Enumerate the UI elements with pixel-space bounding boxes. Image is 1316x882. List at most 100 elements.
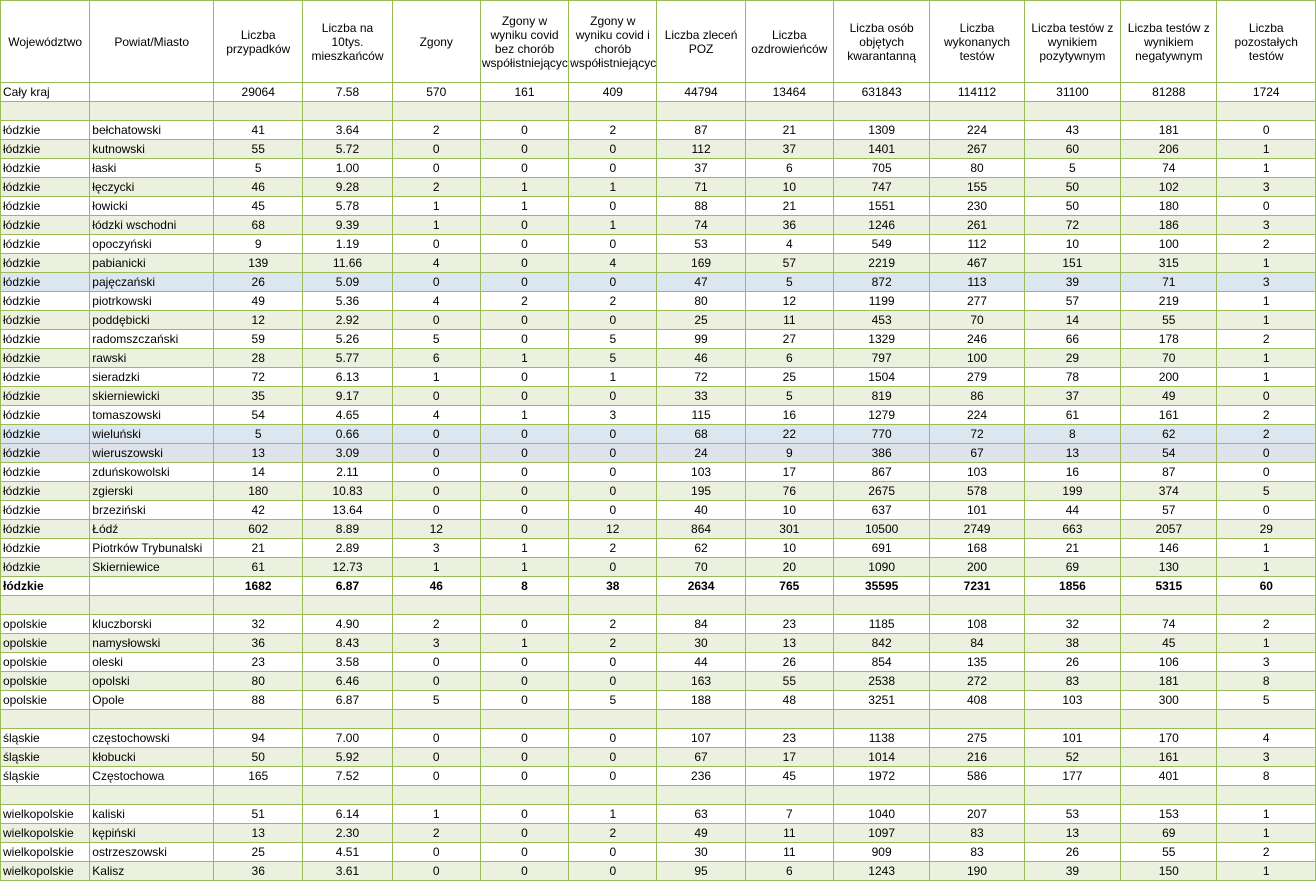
table-cell[interactable]: 637 — [832, 500, 931, 520]
table-cell[interactable]: 55 — [744, 671, 834, 691]
table-cell[interactable]: 72 — [656, 367, 746, 387]
table-cell[interactable]: częstochowski — [89, 728, 215, 748]
table-cell[interactable] — [302, 101, 393, 121]
table-cell[interactable]: łódzkie — [0, 158, 91, 178]
table-cell[interactable] — [0, 785, 91, 805]
table-cell[interactable]: 161 — [1120, 405, 1218, 425]
table-cell[interactable]: sieradzki — [89, 367, 215, 387]
table-cell[interactable]: łódzkie — [0, 481, 91, 501]
table-cell[interactable]: 16 — [1023, 462, 1122, 482]
table-cell[interactable]: 2.89 — [302, 538, 393, 558]
table-cell[interactable]: 705 — [832, 158, 931, 178]
table-cell[interactable]: łódzkie — [0, 405, 91, 425]
table-cell[interactable]: 6.13 — [302, 367, 393, 387]
table-cell[interactable]: 0 — [391, 424, 481, 444]
table-cell[interactable] — [568, 709, 658, 729]
table-cell[interactable]: wieluński — [89, 424, 215, 444]
table-cell[interactable]: 1 — [391, 804, 481, 824]
table-cell[interactable]: 1 — [479, 557, 570, 577]
table-cell[interactable]: 78 — [1023, 367, 1122, 387]
table-cell[interactable]: skierniewicki — [89, 386, 215, 406]
table-cell[interactable]: 5 — [391, 329, 481, 349]
table-cell[interactable] — [479, 595, 570, 615]
table-cell[interactable]: 6 — [744, 861, 834, 881]
table-cell[interactable]: 1 — [479, 633, 570, 653]
table-cell[interactable]: 54 — [1120, 443, 1218, 463]
table-cell[interactable]: 207 — [929, 804, 1025, 824]
table-cell[interactable]: 1724 — [1216, 82, 1316, 102]
table-cell[interactable]: 1 — [1216, 557, 1316, 577]
table-cell[interactable]: 236 — [656, 766, 746, 786]
table-cell[interactable]: 16 — [744, 405, 834, 425]
table-cell[interactable]: 1.19 — [302, 234, 393, 254]
table-cell[interactable]: łęczycki — [89, 177, 215, 197]
table-cell[interactable]: 0 — [391, 139, 481, 159]
table-cell[interactable]: 0 — [391, 272, 481, 292]
table-cell[interactable]: 0 — [391, 443, 481, 463]
table-cell[interactable]: 0 — [391, 462, 481, 482]
table-cell[interactable]: 2 — [1216, 842, 1316, 862]
table-cell[interactable]: 6 — [744, 158, 834, 178]
table-cell[interactable]: 300 — [1120, 690, 1218, 710]
table-cell[interactable]: 0 — [568, 158, 658, 178]
table-cell[interactable] — [1023, 595, 1122, 615]
table-cell[interactable]: namysłowski — [89, 633, 215, 653]
table-cell[interactable]: 1 — [391, 215, 481, 235]
table-cell[interactable]: 2 — [391, 120, 481, 140]
table-cell[interactable] — [832, 785, 931, 805]
table-cell[interactable]: 51 — [213, 804, 304, 824]
table-cell[interactable] — [929, 709, 1025, 729]
table-cell[interactable]: 1 — [1216, 310, 1316, 330]
table-cell[interactable]: 1 — [1216, 861, 1316, 881]
table-cell[interactable]: 1199 — [832, 291, 931, 311]
table-cell[interactable] — [1023, 101, 1122, 121]
table-cell[interactable]: 0 — [391, 234, 481, 254]
table-cell[interactable]: 59 — [213, 329, 304, 349]
table-cell[interactable]: łaski — [89, 158, 215, 178]
table-cell[interactable]: 36 — [213, 861, 304, 881]
table-cell[interactable]: 230 — [929, 196, 1025, 216]
table-cell[interactable]: 0 — [568, 861, 658, 881]
table-cell[interactable]: opolskie — [0, 633, 91, 653]
table-cell[interactable]: 22 — [744, 424, 834, 444]
table-cell[interactable] — [213, 709, 304, 729]
table-cell[interactable]: opoczyński — [89, 234, 215, 254]
table-cell[interactable]: 1 — [1216, 367, 1316, 387]
table-cell[interactable]: 0 — [479, 500, 570, 520]
table-cell[interactable]: Piotrków Trybunalski — [89, 538, 215, 558]
table-cell[interactable]: 169 — [656, 253, 746, 273]
table-cell[interactable]: 186 — [1120, 215, 1218, 235]
table-cell[interactable]: 1309 — [832, 120, 931, 140]
table-cell[interactable]: 6 — [391, 348, 481, 368]
table-cell[interactable]: 3.09 — [302, 443, 393, 463]
table-cell[interactable] — [89, 595, 215, 615]
table-cell[interactable]: 602 — [213, 519, 304, 539]
table-cell[interactable]: wielkopolskie — [0, 842, 91, 862]
table-cell[interactable]: 1972 — [832, 766, 931, 786]
table-cell[interactable]: 2 — [1216, 614, 1316, 634]
table-cell[interactable]: 3 — [1216, 272, 1316, 292]
table-cell[interactable]: śląskie — [0, 747, 91, 767]
table-cell[interactable]: 102 — [1120, 177, 1218, 197]
column-header[interactable]: Zgony w wyniku covid i chorób współistni… — [568, 0, 658, 83]
table-cell[interactable]: 94 — [213, 728, 304, 748]
table-cell[interactable]: 70 — [656, 557, 746, 577]
table-cell[interactable]: 35 — [213, 386, 304, 406]
table-cell[interactable]: łódzkie — [0, 538, 91, 558]
table-cell[interactable] — [1120, 595, 1218, 615]
table-cell[interactable]: tomaszowski — [89, 405, 215, 425]
table-cell[interactable]: 277 — [929, 291, 1025, 311]
table-cell[interactable]: 1 — [1216, 633, 1316, 653]
table-cell[interactable]: 13 — [213, 443, 304, 463]
table-cell[interactable]: 0 — [391, 671, 481, 691]
table-cell[interactable]: 0 — [479, 747, 570, 767]
table-cell[interactable]: 95 — [656, 861, 746, 881]
table-cell[interactable]: 2 — [391, 614, 481, 634]
table-cell[interactable]: łódzkie — [0, 139, 91, 159]
table-cell[interactable]: 0 — [479, 310, 570, 330]
table-cell[interactable]: 11 — [744, 842, 834, 862]
table-cell[interactable] — [832, 101, 931, 121]
table-cell[interactable]: 50 — [1023, 196, 1122, 216]
table-cell[interactable]: 36 — [744, 215, 834, 235]
table-cell[interactable]: 112 — [656, 139, 746, 159]
